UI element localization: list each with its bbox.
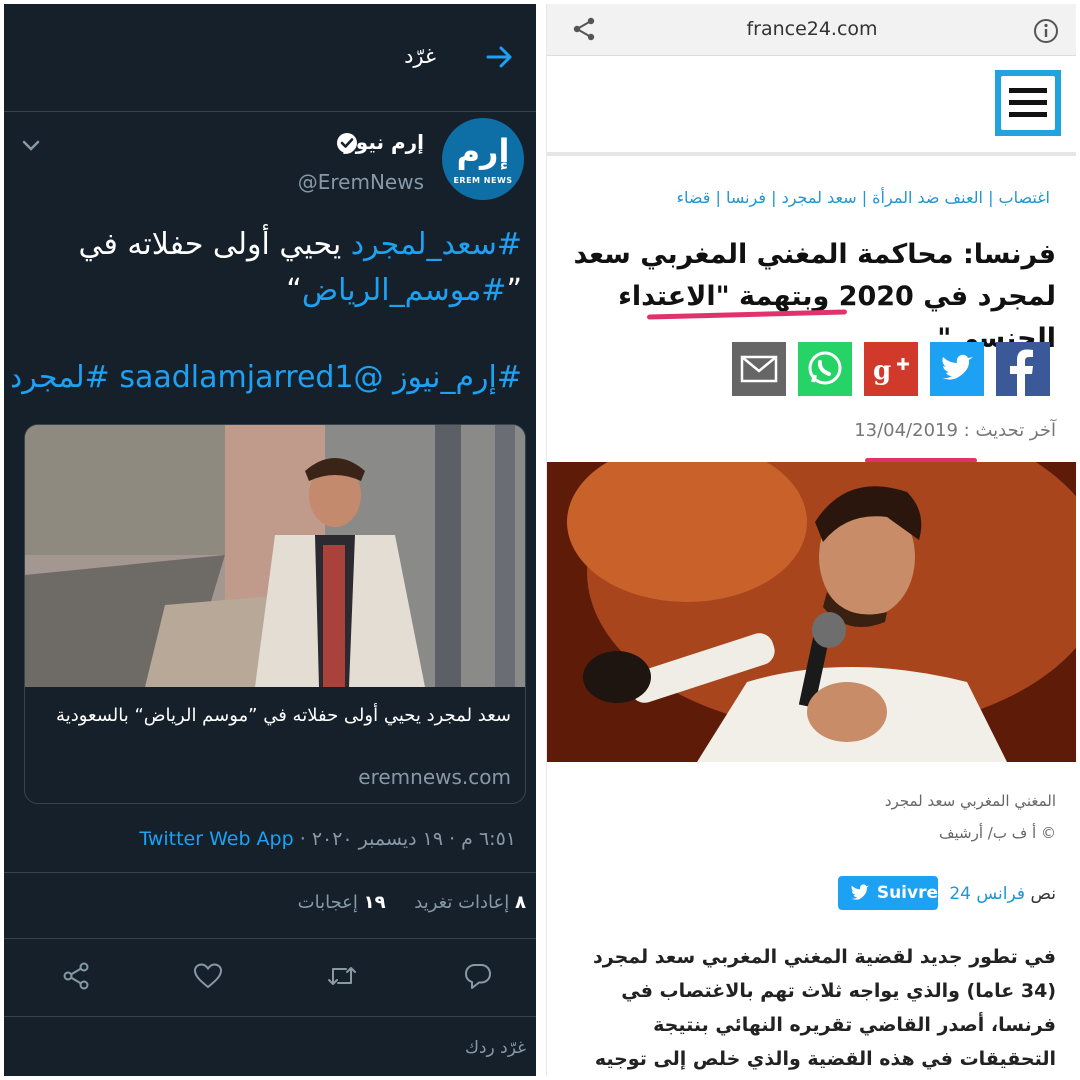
menu-icon[interactable] [995,70,1061,136]
quote-mark: “ [286,273,302,308]
author-row: نص فرانس 24 Suivre [756,876,1056,912]
site-nav [547,56,1076,156]
avatar-logo-subtext: EREM NEWS [453,176,513,185]
twitter-panel: غرّد إرم EREM NEWS إرم نيوز @EremNews #س… [4,4,536,1076]
tweet-actions [4,952,536,1008]
email-icon[interactable] [732,342,786,396]
photo-caption: المغني المغربي سعد لمجرد [884,792,1056,810]
author-label: نص فرانس 24 [949,884,1056,904]
share-buttons: g [732,342,1052,398]
update-date: آخر تحديث : 13/04/2019 [854,420,1056,441]
info-icon[interactable] [1033,18,1059,44]
source-link[interactable]: Twitter Web App [139,828,293,850]
collage: غرّد إرم EREM NEWS إرم نيوز @EremNews #س… [0,0,1080,1080]
account-handle[interactable]: @EremNews [298,170,424,194]
follow-button-label: Suivre [876,883,938,903]
likes-label[interactable]: إعجابات [298,892,358,913]
retweet-icon[interactable] [326,960,358,992]
tweet-text: #سعد_لمجرد يحيي أولى حفلاته في ”#موسم_ال… [12,222,522,314]
divider [4,938,536,939]
chevron-down-icon[interactable] [20,134,42,156]
follow-button[interactable]: Suivre [838,876,938,910]
hashtag-link[interactable]: #موسم_الرياض [302,273,507,308]
likes-count[interactable]: ١٩ [364,892,386,913]
france24-panel: france24.com اغتصاب | العنف ضد المرأة | … [546,4,1076,1076]
twitter-icon [850,884,870,900]
retweets-count[interactable]: ٨ [515,892,526,913]
text-by-label: نص [1030,884,1056,904]
facebook-icon[interactable] [996,342,1050,396]
reply-input[interactable]: غرّد ردك [465,1038,526,1058]
card-image [25,425,525,687]
photo-credit: © أ ف ب/ أرشيف [939,824,1056,842]
retweets-label[interactable]: إعادات تغريد [414,892,509,913]
browser-domain: france24.com [746,18,878,40]
article-body: في تطور جديد لقضية المغني المغربي سعد لم… [593,946,1056,1070]
svg-text:g: g [873,356,891,386]
article-photo [547,462,1076,762]
timestamp: ٦:٥١ م · ١٩ ديسمبر ٢٠٢٠ · [293,828,516,850]
divider [4,1016,536,1017]
tweet-timestamp: ٦:٥١ م · ١٩ ديسمبر ٢٠٢٠ · Twitter Web Ap… [139,828,516,850]
avatar-logo-text: إرم [456,132,510,170]
link-card[interactable]: سعد لمجرد يحيي أولى حفلاته في ”موسم الري… [24,424,526,804]
hashtag-link[interactable]: #سعد_لمجرد [351,227,522,262]
google-plus-icon[interactable]: g [864,342,918,396]
card-title: سعد لمجرد يحيي أولى حفلاته في ”موسم الري… [56,705,511,726]
avatar[interactable]: إرم EREM NEWS [442,118,524,200]
share-icon[interactable] [60,960,92,992]
card-domain: eremnews.com [358,765,511,789]
quote-mark: ” [506,273,522,308]
twitter-icon[interactable] [930,342,984,396]
browser-bar: france24.com [547,4,1076,56]
tweet-stats: ٨ إعادات تغريد ١٩ إعجابات [298,892,526,913]
header-title: غرّد [404,44,436,68]
divider [4,872,536,873]
tweet-tags[interactable]: #إرم_نيوز @saadlamjarred1 #لمجرد_ [12,360,522,395]
arrow-right-icon[interactable] [484,42,514,72]
verified-icon [337,133,357,153]
whatsapp-icon[interactable] [798,342,852,396]
category-links[interactable]: اغتصاب | العنف ضد المرأة | سعد لمجرد | ف… [676,188,1050,207]
reply-icon[interactable] [462,960,494,992]
tweet-text-part: يحيي أولى حفلاته في [78,227,351,262]
like-icon[interactable] [192,960,224,992]
tweet-header: غرّد [4,4,536,112]
author-link[interactable]: فرانس 24 [949,884,1025,904]
